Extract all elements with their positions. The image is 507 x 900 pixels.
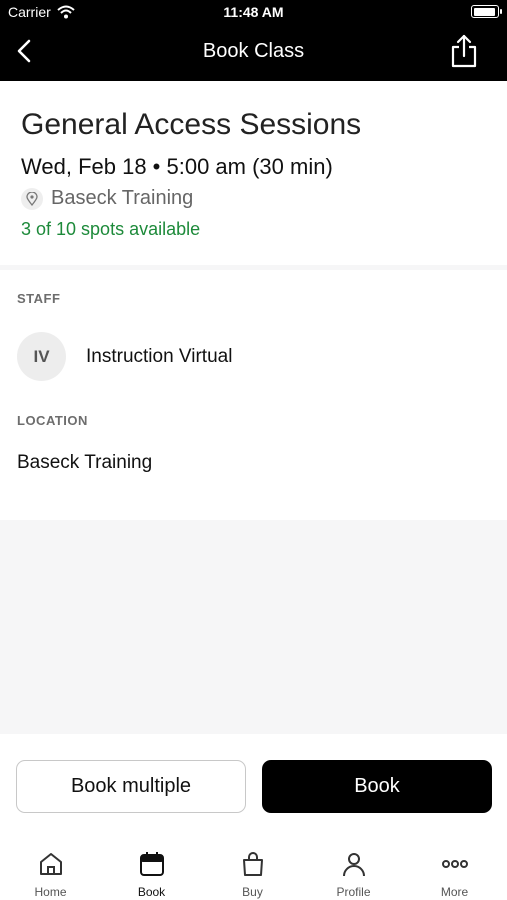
share-icon[interactable] — [449, 34, 479, 68]
class-header-card: General Access Sessions Wed, Feb 18 • 5:… — [0, 81, 507, 265]
tab-buy[interactable]: Buy — [202, 828, 303, 900]
navigation-bar: Book Class — [0, 26, 507, 78]
tab-book-label: Book — [137, 885, 166, 899]
tab-bar: Home Book Buy Profile More — [0, 828, 507, 900]
tab-book[interactable]: Book — [101, 828, 202, 900]
top-bar: Carrier 11:48 AM Book Class — [0, 0, 507, 81]
status-bar: Carrier 11:48 AM — [0, 0, 507, 24]
spots-available: 3 of 10 spots available — [21, 219, 201, 239]
battery-icon — [471, 5, 502, 18]
class-datetime: Wed, Feb 18 • 5:00 am (30 min) — [21, 154, 333, 179]
tab-more[interactable]: More — [404, 828, 505, 900]
staff-name[interactable]: Instruction Virtual — [86, 346, 232, 368]
book-button[interactable]: Book — [262, 760, 492, 813]
tab-home[interactable]: Home — [0, 828, 101, 900]
shopping-bag-icon — [242, 852, 263, 876]
class-title: General Access Sessions — [21, 108, 362, 141]
home-icon — [39, 853, 62, 875]
location-name[interactable]: Baseck Training — [17, 452, 152, 474]
calendar-icon — [139, 852, 164, 876]
tab-more-label: More — [440, 885, 469, 899]
profile-icon — [342, 853, 365, 877]
location-pin-icon — [21, 187, 43, 210]
book-multiple-button[interactable]: Book multiple — [16, 760, 246, 813]
action-bar: Book multiple Book — [0, 734, 507, 828]
tab-home-label: Home — [34, 885, 67, 899]
class-details: STAFF IV Instruction Virtual LOCATION Ba… — [0, 270, 507, 520]
avatar: IV — [17, 332, 66, 381]
location-section-label: LOCATION — [17, 413, 88, 428]
more-icon — [441, 860, 468, 868]
tab-profile-label: Profile — [336, 885, 371, 899]
class-location-row: Baseck Training — [21, 187, 193, 210]
tab-profile[interactable]: Profile — [303, 828, 404, 900]
staff-section-label: STAFF — [17, 291, 61, 306]
tab-buy-label: Buy — [242, 885, 263, 899]
page-title: Book Class — [202, 40, 305, 62]
status-time: 11:48 AM — [223, 4, 284, 20]
class-location: Baseck Training — [51, 187, 194, 209]
